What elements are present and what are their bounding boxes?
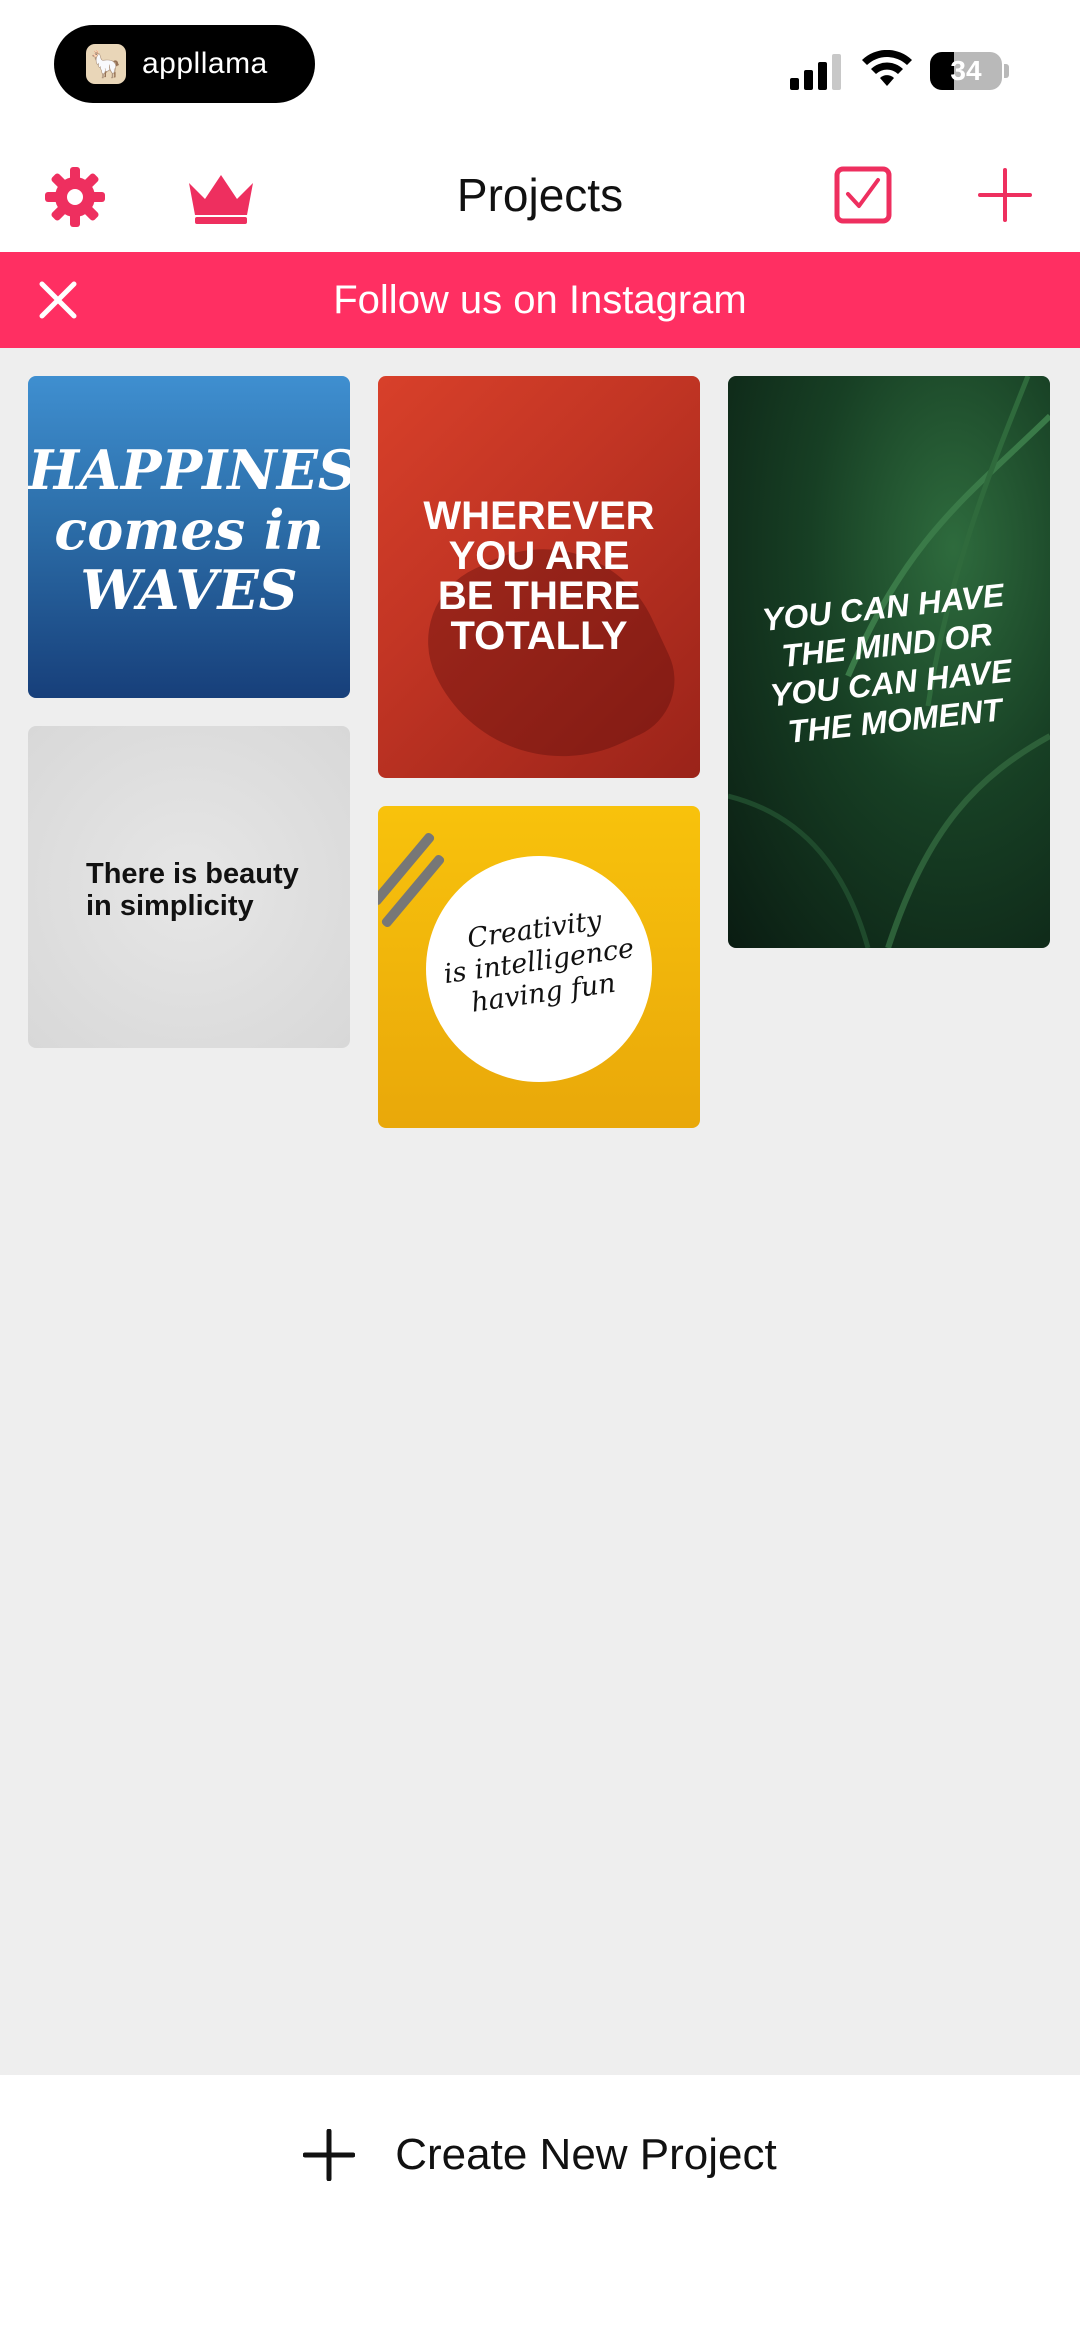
instagram-banner[interactable]: Follow us on Instagram: [0, 252, 1080, 348]
app-pill-text: appllama: [142, 47, 268, 80]
battery-indicator: 34: [930, 52, 1002, 90]
project-card[interactable]: YOU CAN HAVE THE MIND OR YOU CAN HAVE TH…: [728, 376, 1050, 948]
battery-cap: [1004, 64, 1009, 78]
app-pill[interactable]: 🦙 appllama: [54, 25, 315, 103]
create-new-project-label: Create New Project: [395, 2130, 777, 2179]
project-card[interactable]: WHEREVER YOU ARE BE THERE TOTALLY: [378, 376, 700, 778]
project-card[interactable]: There is beauty in simplicity: [28, 726, 350, 1048]
project-card-text: There is beauty in simplicity: [86, 858, 299, 922]
project-card-text: WHEREVER YOU ARE BE THERE TOTALLY: [423, 494, 655, 658]
bottom-bar: Create New Project: [0, 2075, 1080, 2336]
cellular-signal-icon: [790, 54, 841, 90]
project-card[interactable]: Creativity is intelligence having fun: [378, 806, 700, 1128]
status-bar: 🦙 appllama 34: [0, 0, 1080, 140]
llama-logo-icon: 🦙: [86, 44, 126, 84]
project-card[interactable]: HAPPINESS comes in WAVES: [28, 376, 350, 698]
create-new-project-button[interactable]: Create New Project: [0, 2125, 1080, 2185]
navigation-bar: Projects: [0, 140, 1080, 252]
banner-text: Follow us on Instagram: [333, 278, 747, 322]
page-title: Projects: [456, 169, 624, 221]
projects-grid: HAPPINESS comes in WAVES WHEREVER YOU AR…: [0, 348, 1080, 2075]
plus-icon: [978, 168, 1032, 222]
battery-percent: 34: [950, 55, 982, 86]
select-button[interactable]: [830, 162, 896, 228]
project-card-text: HAPPINESS comes in WAVES: [28, 438, 350, 622]
checkbox-icon: [834, 166, 892, 224]
add-project-button[interactable]: [972, 162, 1038, 228]
plus-icon: [303, 2129, 356, 2181]
wifi-icon: [862, 50, 912, 86]
